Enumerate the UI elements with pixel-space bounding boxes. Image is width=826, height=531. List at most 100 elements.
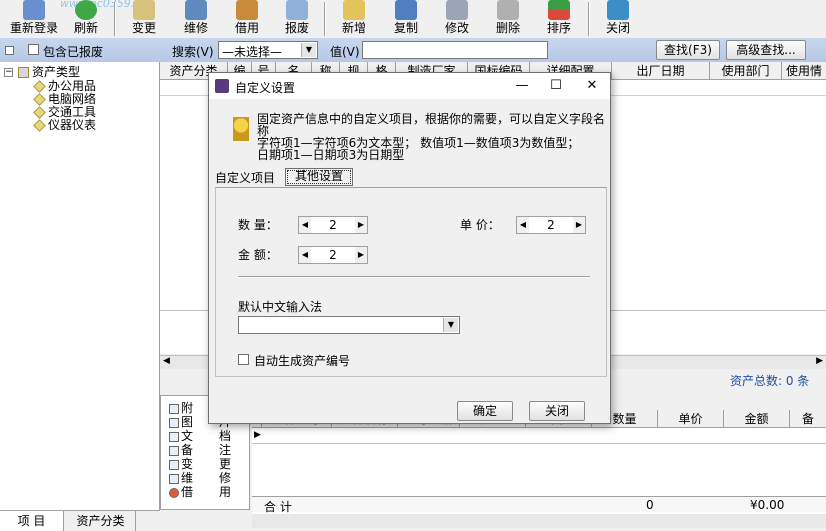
category-icon — [33, 119, 46, 132]
sort-icon — [548, 0, 570, 20]
dialog-cancel-button[interactable]: 关闭 — [529, 401, 585, 421]
value-label: 值(V) — [330, 45, 360, 59]
collapse-icon[interactable]: − — [4, 68, 13, 77]
edit-button[interactable]: 修改 — [431, 0, 483, 38]
login-icon — [23, 0, 45, 20]
advanced-search-button[interactable]: 高级查找... — [726, 40, 806, 60]
tree-item-instrument[interactable]: 仪器仪表 — [33, 119, 96, 132]
price-stepper[interactable]: ◀ 2 ▶ — [516, 216, 586, 234]
refresh-icon — [75, 0, 97, 20]
custom-settings-dialog: 自定义设置 — ☐ ✕ 固定资产信息中的自定义项目，根据你的需要，可以自定义字段… — [208, 72, 611, 424]
minimize-icon[interactable]: — — [505, 73, 539, 99]
category-icon — [33, 106, 46, 119]
nav-item-attachment[interactable]: 附件 — [169, 402, 231, 415]
dialog-titlebar: 自定义设置 — ☐ ✕ — [209, 73, 610, 99]
search-field-select[interactable]: —未选择— ▼ — [218, 41, 318, 59]
tab-asset-category[interactable]: 资产分类 — [66, 511, 136, 531]
document-icon — [169, 431, 179, 442]
find-button[interactable]: 查找(F3) — [656, 40, 720, 60]
nav-item-repair[interactable]: 维修 — [169, 472, 231, 485]
scroll-right-icon[interactable]: ▶ — [816, 356, 823, 366]
amount-label: 金 额： — [238, 248, 278, 262]
dialog-title: 自定义设置 — [235, 81, 296, 95]
asset-total-count: 资产总数: 0 条 — [730, 374, 810, 388]
price-label: 单 价： — [460, 218, 500, 232]
borrow-button[interactable]: 借用 — [221, 0, 273, 38]
col-header[interactable]: 使用部门 — [710, 62, 782, 80]
increment-icon[interactable]: ▶ — [573, 217, 585, 233]
auto-number-label: 自动生成资产编号 — [254, 354, 351, 368]
settings-panel: 数 量： ◀ 2 ▶ 单 价： ◀ 2 ▶ 金 额： ◀ 2 ▶ 默认中文输入法… — [215, 187, 607, 377]
maximize-icon[interactable]: ☐ — [539, 73, 573, 99]
repair-button[interactable]: 维修 — [170, 0, 222, 38]
note-icon — [169, 445, 179, 456]
category-icon — [33, 93, 46, 106]
category-icon — [33, 80, 46, 93]
tab-other-settings[interactable]: 其他设置 — [285, 168, 353, 186]
nav-item-document[interactable]: 文档 — [169, 430, 231, 443]
nav-item-note[interactable]: 备注 — [169, 444, 231, 457]
total-label: 合 计 — [264, 500, 292, 514]
col-header[interactable]: 金额 — [724, 410, 790, 428]
decrement-icon[interactable]: ◀ — [299, 217, 311, 233]
add-button[interactable]: 新增 — [328, 0, 380, 38]
horizontal-scrollbar[interactable] — [252, 514, 826, 528]
col-header[interactable]: 出厂日期 — [612, 62, 710, 80]
borrow-icon — [236, 0, 258, 20]
dialog-close-icon[interactable]: ✕ — [575, 73, 609, 99]
app-icon — [215, 79, 229, 93]
copy-button[interactable]: 复制 — [380, 0, 432, 38]
ok-button[interactable]: 确定 — [457, 401, 513, 421]
copy-icon — [395, 0, 417, 20]
add-icon — [343, 0, 365, 20]
borrow-icon — [169, 487, 179, 498]
relogin-button[interactable]: 重新登录 — [4, 0, 64, 38]
ime-select[interactable]: ▼ — [238, 316, 460, 334]
bottom-tabs: 项 目 资产分类 — [0, 510, 160, 531]
col-header[interactable]: 备 — [790, 410, 826, 428]
total-quantity: 0 — [646, 498, 654, 512]
include-scrapped-checkbox[interactable] — [28, 44, 39, 55]
scrap-button[interactable]: 报废 — [271, 0, 323, 38]
auto-number-checkbox[interactable] — [238, 354, 249, 365]
include-scrapped-label: 包含已报废 — [43, 45, 104, 59]
change-icon — [133, 0, 155, 20]
refresh-button[interactable]: 刷新 — [60, 0, 112, 38]
edit-icon — [446, 0, 468, 20]
increment-icon[interactable]: ▶ — [355, 247, 367, 263]
tab-project[interactable]: 项 目 — [0, 511, 64, 531]
tab-custom-items[interactable]: 自定义项目 — [215, 169, 275, 186]
delete-button[interactable]: 删除 — [482, 0, 534, 38]
folder-icon — [18, 67, 29, 78]
increment-icon[interactable]: ▶ — [355, 217, 367, 233]
close-button[interactable]: 关闭 — [592, 0, 644, 38]
detail-grid[interactable]: 配件编号 配件名称 型号规格 产地 单位 数量 单价 金额 备 ▶ 合 计 0 … — [252, 410, 826, 528]
repair-icon — [169, 473, 179, 484]
decrement-icon[interactable]: ◀ — [517, 217, 529, 233]
amount-stepper[interactable]: ◀ 2 ▶ — [298, 246, 368, 264]
nav-item-borrow[interactable]: 借用 — [169, 486, 231, 499]
search-bar: 包含已报废 搜索(V) —未选择— ▼ 值(V) 查找(F3) 高级查找... — [0, 38, 826, 62]
total-row: 合 计 0 ¥0.00 — [252, 496, 826, 514]
change-button[interactable]: 变更 — [118, 0, 170, 38]
nav-item-change[interactable]: 变更 — [169, 458, 231, 471]
total-amount: ¥0.00 — [750, 498, 785, 512]
light-bulb-icon — [233, 117, 249, 141]
nav-item-image[interactable]: 图片 — [169, 416, 231, 429]
attachment-icon — [169, 403, 179, 414]
search-value-input[interactable] — [362, 41, 548, 59]
ime-label: 默认中文输入法 — [238, 300, 323, 314]
sort-button[interactable]: 排序 — [533, 0, 585, 38]
toggle-panel-icon[interactable] — [5, 46, 14, 55]
divider — [238, 276, 590, 278]
delete-icon — [497, 0, 519, 20]
scroll-left-icon[interactable]: ◀ — [163, 356, 170, 366]
chevron-down-icon: ▼ — [301, 43, 316, 57]
decrement-icon[interactable]: ◀ — [299, 247, 311, 263]
chevron-down-icon: ▼ — [443, 318, 458, 332]
tree-root[interactable]: 资产类型 — [18, 66, 80, 79]
table-row[interactable]: ▶ — [252, 428, 826, 444]
quantity-stepper[interactable]: ◀ 2 ▶ — [298, 216, 368, 234]
col-header[interactable]: 使用情 — [782, 62, 826, 80]
col-header[interactable]: 单价 — [658, 410, 724, 428]
